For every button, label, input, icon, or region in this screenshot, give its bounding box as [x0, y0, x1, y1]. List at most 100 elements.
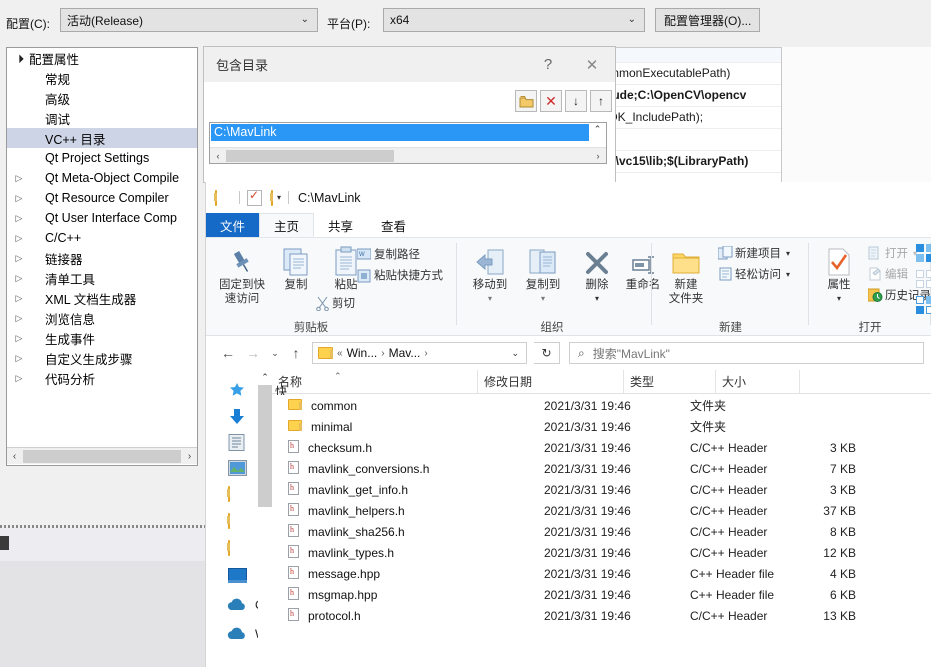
property-row-5[interactable]: 4\vc15\lib;$(LibraryPath) — [607, 151, 781, 173]
directories-list[interactable]: C:\MavLink ⌃ ⌄ ‹ › — [209, 122, 607, 164]
open-button[interactable]: 打开 ▾ — [865, 243, 917, 263]
tree-item-10[interactable]: ▷ 链接器 — [7, 248, 197, 268]
tree-item-7[interactable]: ▷ Qt Resource Compiler — [7, 188, 197, 208]
scroll-left-icon[interactable]: ‹ — [7, 451, 22, 462]
copy-path-button[interactable]: W 复制路径 — [354, 244, 420, 264]
twisty-collapsed-icon[interactable]: ▷ — [11, 193, 27, 204]
table-row[interactable]: h mavlink_helpers.h 2021/3/31 19:46 C/C++ H… — [272, 500, 931, 521]
twisty-collapsed-icon[interactable]: ▷ — [11, 173, 27, 184]
tree-item-3[interactable]: 调试 — [7, 108, 197, 128]
pictures-icon[interactable] — [228, 460, 247, 479]
twisty-collapsed-icon[interactable]: ▷ — [11, 213, 27, 224]
twisty-collapsed-icon[interactable]: ▷ — [11, 333, 27, 344]
scroll-up-icon[interactable]: ⌃ — [594, 123, 602, 135]
documents-icon[interactable] — [228, 434, 245, 454]
table-row[interactable]: h msgmap.hpp 2021/3/31 19:46 C++ Header fil… — [272, 584, 931, 605]
tree-item-15[interactable]: ▷ 自定义生成步骤 — [7, 348, 197, 368]
configuration-manager-button[interactable]: 配置管理器(O)... — [655, 8, 761, 32]
property-row-2[interactable]: lude;C:\OpenCV\opencv — [607, 85, 781, 107]
column-header-3[interactable]: 大小 — [716, 370, 800, 393]
tree-item-12[interactable]: ▷ XML 文档生成器 — [7, 288, 197, 308]
new-folder-icon[interactable] — [515, 90, 537, 112]
table-row[interactable]: h mavlink_get_info.h 2021/3/31 19:46 C/C++ … — [272, 479, 931, 500]
folder-icon[interactable] — [228, 486, 230, 502]
tree-item-13[interactable]: ▷ 浏览信息 — [7, 308, 197, 328]
scroll-right-icon[interactable]: › — [590, 151, 606, 161]
invert-selection-icon[interactable] — [916, 296, 931, 317]
chevron-down-icon[interactable]: ▾ — [811, 292, 867, 306]
tree-item-11[interactable]: ▷ 清单工具 — [7, 268, 197, 288]
tree-item-16[interactable]: ▷ 代码分析 — [7, 368, 197, 388]
properties-check-icon[interactable] — [247, 188, 262, 206]
scroll-right-icon[interactable]: › — [182, 451, 197, 462]
table-row[interactable]: h message.hpp 2021/3/31 19:46 C++ Header fi… — [272, 563, 931, 584]
search-input[interactable]: ⌕ 搜索"MavLink" — [569, 342, 924, 364]
select-all-icon[interactable] — [916, 244, 931, 262]
breadcrumb-item-2[interactable]: Mav... — [389, 346, 421, 360]
property-pages-tree[interactable]: ◢ 配置属性 常规 高级 调试 VC++ 目录 Qt Project Settings ▷ Qt… — [6, 47, 198, 466]
file-list[interactable]: common 2021/3/31 19:46 文件夹 minimal 2021/3/31… — [272, 395, 931, 667]
table-row[interactable]: h checksum.h 2021/3/31 19:46 C/C++ Header 3 … — [272, 437, 931, 458]
twisty-collapsed-icon[interactable]: ▷ — [11, 273, 27, 284]
twisty-collapsed-icon[interactable]: ▷ — [11, 353, 27, 364]
property-grid[interactable]: mmonExecutablePath) lude;C:\OpenCV\opencv… — [606, 47, 782, 187]
properties-button[interactable]: 属性 ▾ — [811, 242, 867, 306]
table-row[interactable]: common 2021/3/31 19:46 文件夹 — [272, 395, 931, 416]
new-folder-icon[interactable] — [271, 189, 273, 206]
new-folder-button[interactable]: 新建 文件夹 — [658, 242, 714, 306]
easy-access-button[interactable]: 轻松访问 ▾ — [715, 264, 790, 284]
tree-item-9[interactable]: ▷ C/C++ — [7, 228, 197, 248]
pin-to-quick-access-button[interactable]: 固定到快 速访问 — [214, 242, 270, 306]
twisty-collapsed-icon[interactable]: ▷ — [11, 233, 27, 244]
tree-item-4[interactable]: VC++ 目录 — [7, 128, 197, 148]
list-horizontal-scrollbar[interactable]: ‹ › — [210, 147, 606, 163]
twisty-collapsed-icon[interactable]: ▷ — [11, 293, 27, 304]
move-to-button[interactable]: 移动到 ▾ — [462, 242, 518, 306]
chevron-down-icon[interactable]: ⌄ — [511, 348, 519, 359]
tree-item-5[interactable]: Qt Project Settings — [7, 148, 197, 168]
property-row-1[interactable]: mmonExecutablePath) — [607, 63, 781, 85]
onedrive-icon[interactable] — [226, 627, 247, 644]
property-row-3[interactable]: DK_IncludePath); — [607, 107, 781, 129]
tab-3[interactable]: 查看 — [367, 213, 420, 237]
cut-button[interactable]: 剪切 — [312, 293, 355, 313]
help-icon[interactable]: ? — [527, 48, 569, 82]
chevron-down-icon[interactable]: ▾ — [462, 292, 518, 306]
chevron-down-icon[interactable]: ▾ — [786, 270, 790, 279]
ribbon-tabs[interactable]: 文件 主页 共享 查看 — [206, 213, 931, 237]
onedrive-icon[interactable] — [226, 598, 247, 615]
breadcrumb-overflow[interactable]: « — [337, 348, 343, 359]
paste-shortcut-button[interactable]: 粘贴快捷方式 — [354, 265, 443, 285]
new-item-button[interactable]: 新建项目 ▾ — [715, 243, 790, 263]
copy-button[interactable]: 复制 — [268, 242, 324, 292]
column-headers[interactable]: 名称 修改日期 类型 大小 — [206, 370, 931, 394]
breadcrumb[interactable]: « Win... › Mav... › ⌄ — [312, 342, 527, 364]
up-button[interactable]: ↑ — [287, 344, 305, 362]
tree-item-0[interactable]: ◢ 配置属性 — [7, 48, 197, 68]
tree-item-6[interactable]: ▷ Qt Meta-Object Compile — [7, 168, 197, 188]
move-up-button[interactable]: ↑ — [590, 90, 612, 112]
chevron-down-icon[interactable]: ▾ — [277, 193, 281, 202]
table-row[interactable]: h protocol.h 2021/3/31 19:46 C/C++ Header 13… — [272, 605, 931, 626]
tree-item-1[interactable]: 常规 — [7, 68, 197, 88]
tree-item-8[interactable]: ▷ Qt User Interface Comp — [7, 208, 197, 228]
table-row[interactable]: h mavlink_sha256.h 2021/3/31 19:46 C/C++ He… — [272, 521, 931, 542]
twisty-collapsed-icon[interactable]: ▷ — [11, 253, 27, 264]
scroll-thumb[interactable] — [226, 149, 394, 162]
folder-icon[interactable] — [228, 513, 230, 529]
refresh-button[interactable]: ↻ — [534, 342, 560, 364]
forward-button[interactable]: → — [244, 344, 262, 362]
list-item-selected[interactable]: C:\MavLink — [211, 124, 591, 141]
platform-combo[interactable]: x64 ⌄ — [383, 8, 645, 32]
chevron-down-icon[interactable]: ▾ — [569, 292, 625, 306]
tab-0[interactable]: 文件 — [206, 213, 260, 237]
desktop-icon[interactable] — [228, 568, 247, 586]
tree-item-2[interactable]: 高级 — [7, 88, 197, 108]
move-down-button[interactable]: ↓ — [565, 90, 587, 112]
column-header-0[interactable]: 名称 — [272, 370, 478, 393]
downloads-arrow-icon[interactable] — [228, 408, 246, 429]
chevron-down-icon[interactable]: ▾ — [515, 292, 571, 306]
table-row[interactable]: h mavlink_conversions.h 2021/3/31 19:46 C/C… — [272, 458, 931, 479]
scroll-thumb[interactable] — [258, 385, 272, 507]
table-row[interactable]: h mavlink_types.h 2021/3/31 19:46 C/C++ Hea… — [272, 542, 931, 563]
